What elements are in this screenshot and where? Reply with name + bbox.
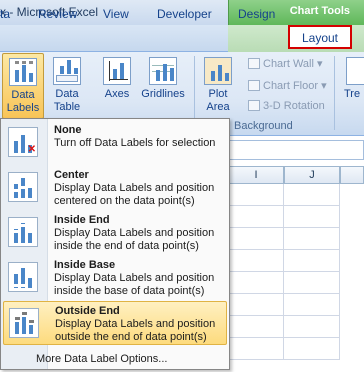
cell[interactable] — [228, 294, 284, 316]
menu-item-title: Outside End — [55, 305, 120, 317]
menu-item-description: Display Data Labels and position inside … — [54, 272, 215, 297]
cell[interactable] — [228, 338, 284, 360]
column-header-i[interactable]: I — [228, 166, 284, 184]
data-labels-icon — [9, 58, 37, 86]
cell[interactable] — [228, 184, 284, 206]
column-header-j[interactable]: J — [284, 166, 340, 184]
data-labels-label: Data Labels — [6, 89, 40, 114]
menu-item-title: Center — [54, 169, 89, 181]
cell[interactable] — [284, 272, 340, 294]
trendline-button[interactable]: Tre — [338, 53, 364, 119]
cell[interactable] — [228, 316, 284, 338]
menu-item-none[interactable]: ✕ None Turn off Data Labels for selectio… — [3, 121, 227, 165]
outside-end-labels-icon — [9, 308, 39, 338]
tab-developer[interactable]: Developer — [157, 7, 212, 21]
axes-icon — [103, 57, 131, 85]
menu-item-description: Display Data Labels and position outside… — [55, 318, 216, 343]
chart-tools-label: Chart Tools — [289, 5, 350, 17]
data-table-label: Data Table — [53, 88, 81, 113]
cell[interactable] — [284, 316, 340, 338]
more-data-label-options[interactable]: More Data Label Options... — [36, 353, 167, 365]
cell[interactable] — [284, 294, 340, 316]
inside-end-labels-icon — [8, 217, 38, 247]
tab-view[interactable]: View — [103, 7, 129, 21]
menu-item-description: Display Data Labels and position inside … — [54, 227, 215, 252]
tab-layout[interactable]: Layout — [288, 25, 352, 49]
rotation-3d-button[interactable]: 3-D Rotation — [248, 100, 325, 112]
plot-area-icon — [204, 57, 232, 85]
cell[interactable] — [284, 338, 340, 360]
formula-bar[interactable] — [228, 140, 364, 160]
axes-button[interactable]: Axes — [100, 53, 134, 119]
rotation-3d-icon — [248, 100, 260, 111]
background-group-label: Background — [234, 120, 293, 132]
menu-item-title: None — [54, 124, 82, 136]
no-labels-icon: ✕ — [8, 127, 38, 157]
trendline-icon — [346, 57, 364, 85]
chart-floor-label: Chart Floor — [263, 80, 319, 92]
data-labels-menu: ✕ None Turn off Data Labels for selectio… — [0, 118, 230, 370]
menu-item-outside-end[interactable]: Outside End Display Data Labels and posi… — [3, 301, 227, 345]
data-table-icon — [53, 57, 81, 85]
tab-layout-label: Layout — [301, 31, 339, 45]
cell[interactable] — [228, 272, 284, 294]
menu-item-title: Inside End — [54, 214, 110, 226]
plot-area-button[interactable]: Plot Area — [198, 53, 238, 119]
menu-item-center[interactable]: Center Display Data Labels and position … — [3, 166, 227, 210]
chart-floor-button[interactable]: Chart Floor ▾ — [248, 79, 327, 92]
data-table-button[interactable]: Data Table — [48, 53, 86, 119]
tab-review[interactable]: Review — [38, 7, 77, 21]
gridlines-button[interactable]: Gridlines — [138, 53, 188, 119]
cell[interactable] — [284, 250, 340, 272]
menu-item-description: Display Data Labels and position centere… — [54, 182, 215, 207]
inside-base-labels-icon — [8, 262, 38, 292]
chart-wall-button[interactable]: Chart Wall ▾ — [248, 57, 323, 70]
data-labels-button[interactable]: Data Labels — [2, 53, 44, 119]
trendline-label: Tre — [344, 88, 361, 100]
cell[interactable] — [228, 250, 284, 272]
group-separator — [334, 56, 335, 130]
cell[interactable] — [228, 206, 284, 228]
gridlines-icon — [149, 57, 177, 85]
menu-item-title: Inside Base — [54, 259, 116, 271]
cell[interactable] — [284, 184, 340, 206]
menu-item-inside-end[interactable]: Inside End Display Data Labels and posit… — [3, 211, 227, 255]
cell[interactable] — [228, 228, 284, 250]
rotation-3d-label: 3-D Rotation — [263, 100, 325, 112]
tab-data[interactable]: ta — [0, 7, 10, 21]
cell[interactable] — [284, 228, 340, 250]
plot-area-label: Plot Area — [206, 88, 230, 113]
menu-item-inside-base[interactable]: Inside Base Display Data Labels and posi… — [3, 256, 227, 300]
axes-label: Axes — [104, 88, 130, 100]
cell[interactable] — [284, 206, 340, 228]
menu-item-description: Turn off Data Labels for selection — [54, 137, 216, 149]
gridlines-label: Gridlines — [141, 88, 185, 100]
chart-wall-label: Chart Wall — [263, 58, 314, 70]
center-labels-icon — [8, 172, 38, 202]
column-header-next[interactable] — [340, 166, 364, 184]
chart-wall-icon — [248, 58, 260, 69]
tab-design[interactable]: Design — [238, 7, 275, 21]
chart-floor-icon — [248, 80, 260, 91]
